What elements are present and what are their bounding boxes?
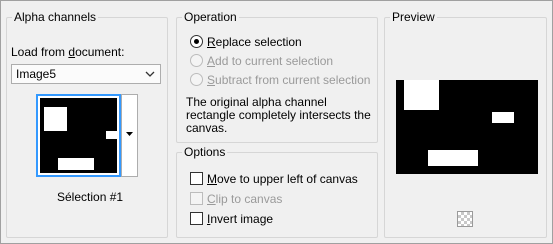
preview-canvas: [396, 80, 538, 174]
move-upper-left-label[interactable]: Move to upper left of canvas: [207, 171, 358, 187]
chevron-down-icon: [145, 71, 155, 77]
document-select[interactable]: Image5: [11, 64, 161, 84]
channel-thumbnail[interactable]: [36, 94, 121, 177]
caret-down-icon: [126, 132, 133, 136]
alpha-channels-title: Alpha channels: [12, 9, 99, 25]
preview-title: Preview: [390, 9, 437, 25]
clip-to-canvas-label[interactable]: Clip to canvas: [207, 191, 282, 207]
channel-thumbnail-image: [40, 98, 119, 173]
replace-selection-radio[interactable]: [190, 35, 203, 48]
operation-title: Operation: [182, 9, 239, 25]
options-title: Options: [182, 144, 228, 160]
invert-image-checkbox[interactable]: [190, 212, 203, 225]
subtract-selection-label[interactable]: Subtract from current selection: [207, 72, 370, 88]
add-to-selection-label[interactable]: Add to current selection: [207, 53, 333, 69]
move-upper-left-checkbox[interactable]: [190, 172, 203, 185]
document-select-value: Image5: [16, 67, 57, 81]
clip-to-canvas-checkbox[interactable]: [190, 192, 203, 205]
replace-selection-label[interactable]: Replace selection: [207, 34, 302, 50]
thumbnail-dropdown-button[interactable]: [121, 94, 138, 177]
add-to-selection-radio[interactable]: [190, 54, 203, 67]
load-from-document-label: Load from document:: [11, 45, 125, 59]
subtract-selection-radio[interactable]: [190, 73, 203, 86]
thumbnail-caption: Sélection #1: [57, 190, 124, 204]
invert-image-label[interactable]: Invert image: [207, 211, 273, 227]
operation-description-line-3: canvas.: [186, 121, 228, 135]
transparency-checker-icon[interactable]: [457, 211, 473, 227]
